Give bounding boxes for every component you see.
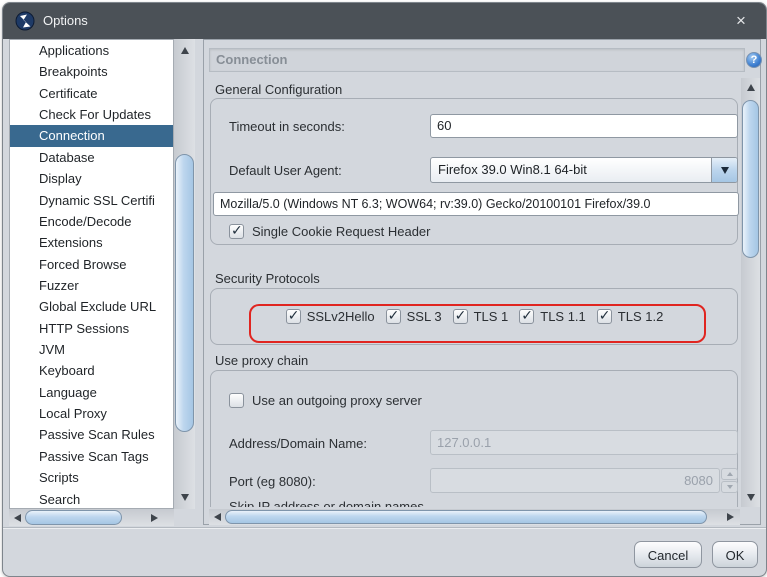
sidebar-item-database[interactable]: Database [10, 147, 173, 168]
sidebar-item-check-for-updates[interactable]: Check For Updates [10, 104, 173, 125]
window-title: Options [43, 3, 88, 39]
panel-vertical-scrollbar[interactable] [741, 78, 760, 507]
protocol-item-sslv2hello: SSLv2Hello [286, 309, 375, 324]
sidebar-horizontal-scrollbar[interactable] [9, 509, 174, 526]
sidebar-item-forced-browse[interactable]: Forced Browse [10, 254, 173, 275]
port-input[interactable]: 8080 [430, 468, 720, 493]
outgoing-proxy-row: Use an outgoing proxy server [229, 393, 422, 408]
protocol-checkbox[interactable] [453, 309, 468, 324]
cancel-button[interactable]: Cancel [634, 541, 702, 568]
user-agent-selected-value: Firefox 39.0 Win8.1 64-bit [438, 158, 710, 182]
panel-title: Connection [209, 48, 745, 72]
options-category-list: ApplicationsBreakpointsCertificateCheck … [9, 39, 174, 509]
use-proxy-chain-title: Use proxy chain [215, 353, 308, 368]
sidebar-vertical-scroll-thumb[interactable] [175, 154, 194, 432]
port-spinner [721, 468, 738, 493]
sidebar-item-search[interactable]: Search [10, 489, 173, 509]
help-icon[interactable]: ? [746, 52, 762, 68]
protocol-checkbox[interactable] [597, 309, 612, 324]
timeout-label: Timeout in seconds: [229, 119, 345, 134]
protocol-label: SSL 3 [407, 309, 442, 324]
user-agent-select[interactable]: Firefox 39.0 Win8.1 64-bit [430, 157, 738, 183]
protocol-item-tls-1: TLS 1 [453, 309, 509, 324]
protocol-label: TLS 1 [474, 309, 509, 324]
user-agent-string-input[interactable]: Mozilla/5.0 (Windows NT 6.3; WOW64; rv:3… [213, 192, 739, 216]
sidebar-vertical-scrollbar[interactable] [174, 39, 195, 509]
sidebar-item-certificate[interactable]: Certificate [10, 83, 173, 104]
ok-button[interactable]: OK [712, 541, 758, 568]
sidebar-item-connection[interactable]: Connection [10, 125, 173, 146]
options-dialog: Options × ApplicationsBreakpointsCertifi… [2, 2, 767, 577]
protocol-label: TLS 1.2 [618, 309, 664, 324]
chevron-down-icon[interactable] [711, 158, 737, 182]
general-configuration-title: General Configuration [215, 82, 342, 97]
sidebar-item-fuzzer[interactable]: Fuzzer [10, 275, 173, 296]
protocol-checkbox[interactable] [386, 309, 401, 324]
timeout-input[interactable]: 60 [430, 114, 738, 138]
scroll-up-icon[interactable] [743, 80, 758, 95]
security-protocols-row: SSLv2Hello SSL 3 TLS 1 TLS 1.1 TLS 1.2 [209, 288, 740, 345]
connection-panel: Connection ? General Configuration Timeo… [203, 39, 761, 525]
scroll-down-icon[interactable] [177, 490, 192, 505]
panel-horizontal-scroll-thumb[interactable] [225, 510, 707, 524]
single-cookie-row: Single Cookie Request Header [229, 224, 431, 239]
protocol-label: TLS 1.1 [540, 309, 586, 324]
outgoing-proxy-label: Use an outgoing proxy server [252, 393, 422, 408]
spinner-down-icon[interactable] [721, 481, 738, 493]
sidebar-item-applications[interactable]: Applications [10, 40, 173, 61]
scroll-left-icon[interactable] [210, 509, 225, 524]
scroll-right-icon[interactable] [723, 509, 738, 524]
protocol-item-ssl-3: SSL 3 [386, 309, 442, 324]
sidebar-item-local-proxy[interactable]: Local Proxy [10, 403, 173, 424]
scroll-right-icon[interactable] [147, 510, 162, 525]
close-icon[interactable]: × [730, 10, 752, 32]
sidebar-item-jvm[interactable]: JVM [10, 339, 173, 360]
security-protocols-title: Security Protocols [215, 271, 320, 286]
sidebar-item-http-sessions[interactable]: HTTP Sessions [10, 318, 173, 339]
skip-domains-label: Skip IP address or domain names [229, 499, 424, 507]
sidebar-item-encode-decode[interactable]: Encode/Decode [10, 211, 173, 232]
protocol-checkbox[interactable] [286, 309, 301, 324]
protocol-checkbox[interactable] [519, 309, 534, 324]
sidebar-horizontal-scroll-thumb[interactable] [25, 510, 122, 525]
single-cookie-checkbox[interactable] [229, 224, 244, 239]
spinner-up-icon[interactable] [721, 468, 738, 480]
zap-logo-icon [15, 11, 35, 31]
footer-separator [3, 527, 766, 529]
port-label: Port (eg 8080): [229, 474, 316, 489]
single-cookie-label: Single Cookie Request Header [252, 224, 431, 239]
sidebar-item-language[interactable]: Language [10, 382, 173, 403]
sidebar-item-dynamic-ssl-certifi[interactable]: Dynamic SSL Certifi [10, 190, 173, 211]
scroll-down-icon[interactable] [743, 490, 758, 505]
sidebar-item-extensions[interactable]: Extensions [10, 232, 173, 253]
user-agent-label: Default User Agent: [229, 163, 342, 178]
address-label: Address/Domain Name: [229, 436, 367, 451]
panel-viewport: General Configuration Timeout in seconds… [209, 78, 740, 507]
sidebar-item-display[interactable]: Display [10, 168, 173, 189]
title-bar: Options × [3, 3, 766, 39]
scroll-up-icon[interactable] [177, 43, 192, 58]
scroll-left-icon[interactable] [10, 510, 25, 525]
panel-horizontal-scrollbar[interactable] [209, 509, 740, 525]
outgoing-proxy-checkbox[interactable] [229, 393, 244, 408]
protocol-item-tls-1-1: TLS 1.1 [519, 309, 586, 324]
protocol-item-tls-1-2: TLS 1.2 [597, 309, 664, 324]
sidebar-item-passive-scan-rules[interactable]: Passive Scan Rules [10, 424, 173, 445]
sidebar-item-global-exclude-url[interactable]: Global Exclude URL [10, 296, 173, 317]
sidebar-item-scripts[interactable]: Scripts [10, 467, 173, 488]
sidebar-item-passive-scan-tags[interactable]: Passive Scan Tags [10, 446, 173, 467]
protocol-label: SSLv2Hello [307, 309, 375, 324]
sidebar-item-breakpoints[interactable]: Breakpoints [10, 61, 173, 82]
sidebar-item-keyboard[interactable]: Keyboard [10, 360, 173, 381]
address-input[interactable]: 127.0.0.1 [430, 430, 738, 455]
panel-vertical-scroll-thumb[interactable] [742, 100, 759, 258]
